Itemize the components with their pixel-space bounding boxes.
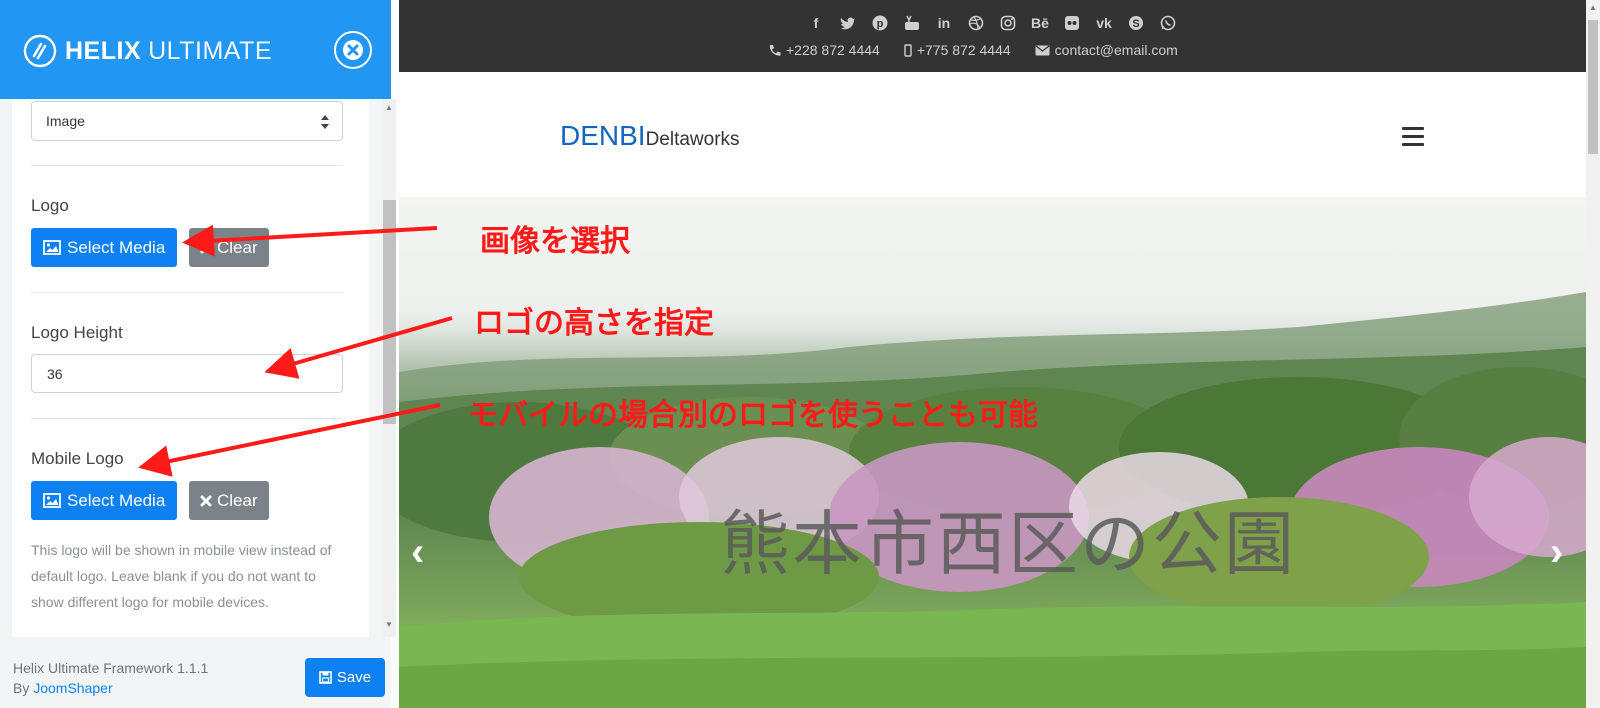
mobile-logo-help-text: This logo will be shown in mobile view i… <box>31 542 332 610</box>
close-icon <box>343 40 363 60</box>
contact-info: +228 872 4444 +775 872 4444 contact@emai… <box>768 42 1202 58</box>
logo-label: Logo <box>31 196 69 215</box>
divider <box>31 292 343 293</box>
save-icon <box>319 671 332 684</box>
brand: HELIX ULTIMATE <box>23 34 272 68</box>
annotation-select-image: 画像を選択 <box>480 224 630 259</box>
page-scroll-up-icon[interactable]: ▲ <box>1589 3 1597 12</box>
svg-text:p: p <box>877 18 884 30</box>
contact-email[interactable]: contact@email.com <box>1035 42 1178 58</box>
flickr-icon[interactable] <box>1056 13 1088 33</box>
svg-text:S: S <box>1132 18 1139 30</box>
mobile-logo-clear-button[interactable]: Clear <box>189 481 269 520</box>
scroll-up-icon[interactable]: ▲ <box>385 103 393 112</box>
footer-credit: By JoomShaper <box>13 680 113 696</box>
select-media-label: Select Media <box>67 237 166 257</box>
hero-slider <box>399 197 1586 708</box>
dribbble-icon[interactable] <box>960 13 992 33</box>
logo-clear-button[interactable]: Clear <box>189 228 269 267</box>
footer-version: Helix Ultimate Framework 1.1.1 <box>13 660 209 676</box>
divider <box>31 165 343 166</box>
hero-image <box>399 292 1586 708</box>
email-text: contact@email.com <box>1054 42 1178 58</box>
hamburger-menu-icon[interactable] <box>1402 127 1424 147</box>
save-button[interactable]: Save <box>305 658 385 697</box>
clear-label: Clear <box>217 490 258 510</box>
joomshaper-link[interactable]: JoomShaper <box>33 680 112 696</box>
panel-header: HELIX ULTIMATE <box>0 0 391 99</box>
clear-label: Clear <box>217 237 258 257</box>
brand-name-light: ULTIMATE <box>148 36 273 65</box>
brand-name-bold: HELIX <box>65 36 142 65</box>
phone-text: +228 872 4444 <box>786 42 880 58</box>
site-logo-main: DENBI <box>560 120 646 151</box>
phone-icon <box>769 44 781 56</box>
mobile-text: +775 872 4444 <box>916 42 1011 58</box>
annotation-logo-height: ロゴの高さを指定 <box>474 306 714 341</box>
image-icon <box>43 493 61 508</box>
contact-mobile[interactable]: +775 872 4444 <box>904 42 1011 58</box>
facebook-icon[interactable]: f <box>800 13 832 33</box>
mobile-logo-select-media-button[interactable]: Select Media <box>31 481 178 520</box>
logo-type-value: Image <box>46 113 85 129</box>
scroll-down-icon[interactable]: ▼ <box>385 620 393 629</box>
times-icon <box>200 242 212 253</box>
select-caret-icon <box>321 115 329 129</box>
contact-phone[interactable]: +228 872 4444 <box>768 42 880 58</box>
page-scroll-thumb[interactable] <box>1588 20 1598 154</box>
social-icons: f p in Bē vk S <box>800 13 1184 33</box>
times-icon <box>200 495 212 506</box>
select-media-label: Select Media <box>67 490 166 510</box>
logo-height-label: Logo Height <box>31 323 123 342</box>
close-panel-button[interactable] <box>334 31 372 69</box>
youtube-icon[interactable] <box>896 13 928 33</box>
pinterest-icon[interactable]: p <box>864 13 896 33</box>
logo-type-select[interactable]: Image <box>31 101 343 141</box>
footer-by-text: By <box>13 680 30 696</box>
save-label: Save <box>336 669 372 686</box>
site-logo[interactable]: DENBIDeltaworks <box>560 120 740 152</box>
hero-title: 熊本市西区の公園 <box>720 503 1296 585</box>
logo-select-media-button[interactable]: Select Media <box>31 228 178 267</box>
twitter-icon[interactable] <box>832 13 864 33</box>
site-topbar <box>399 0 1586 72</box>
slider-prev-icon[interactable]: ‹ <box>411 530 424 575</box>
slider-next-icon[interactable]: › <box>1550 530 1563 575</box>
divider <box>31 418 343 419</box>
linkedin-icon[interactable]: in <box>928 13 960 33</box>
behance-icon[interactable]: Bē <box>1024 13 1056 33</box>
envelope-icon <box>1035 45 1050 55</box>
instagram-icon[interactable] <box>992 13 1024 33</box>
annotation-mobile-logo: モバイルの場合別のロゴを使うことも可能 <box>468 398 1038 433</box>
mobile-logo-label: Mobile Logo <box>31 449 124 468</box>
logo-height-input[interactable]: 36 <box>31 354 343 393</box>
vk-icon[interactable]: vk <box>1088 13 1120 33</box>
skype-icon[interactable]: S <box>1120 13 1152 33</box>
logo-height-value: 36 <box>47 366 63 382</box>
helix-logo-icon <box>23 34 57 68</box>
whatsapp-icon[interactable] <box>1152 13 1184 33</box>
site-logo-sub: Deltaworks <box>645 129 740 150</box>
mobile-icon <box>904 43 912 57</box>
panel-scroll-thumb[interactable] <box>383 200 396 424</box>
image-icon <box>43 240 61 255</box>
